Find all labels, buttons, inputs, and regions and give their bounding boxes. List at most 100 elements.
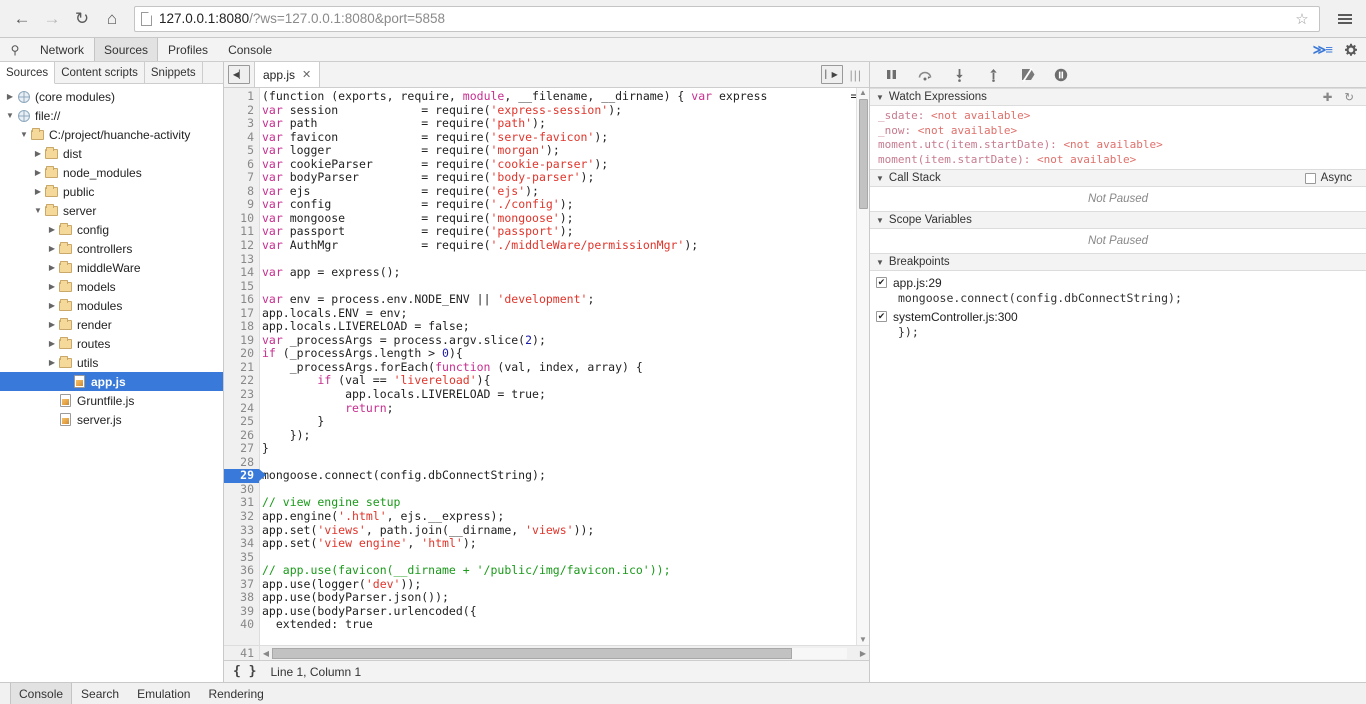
drawer-tab-rendering[interactable]: Rendering [199, 683, 272, 704]
code-viewer[interactable]: 1 2 3 4 5 6 7 8 9 10 11 12 13 14 15 16 17 18 19 20 21 22 23 24 2… [224, 88, 869, 645]
star-icon[interactable]: ☆ [1291, 8, 1313, 30]
hscrollbar-track[interactable] [272, 647, 847, 659]
line-number[interactable]: 12 [224, 238, 259, 253]
tree-item[interactable]: config [0, 220, 223, 239]
line-number[interactable]: 26 [224, 428, 259, 443]
call-stack-header[interactable]: ▼ Call Stack Async [870, 169, 1366, 187]
tree-item[interactable]: (core modules) [0, 87, 223, 106]
vertical-scrollbar[interactable]: ▲ ▼ [856, 88, 869, 645]
twisty-down-icon[interactable] [32, 206, 44, 215]
line-number[interactable]: 8 [224, 184, 259, 199]
line-number[interactable]: 10 [224, 211, 259, 226]
line-number[interactable]: 9 [224, 198, 259, 212]
line-number[interactable]: 15 [224, 279, 259, 294]
twisty-right-icon[interactable] [46, 225, 58, 234]
line-number[interactable]: 32 [224, 509, 259, 524]
horizontal-scrollbar[interactable]: 41 ◀ ▶ [224, 645, 869, 660]
line-number[interactable]: 37 [224, 577, 259, 592]
devtools-tab-network[interactable]: Network [30, 38, 94, 61]
drawer-tab-emulation[interactable]: Emulation [128, 683, 199, 704]
breakpoints-header[interactable]: ▼ Breakpoints [870, 253, 1366, 271]
pretty-print-icon[interactable]: { } [233, 664, 256, 679]
line-number[interactable]: 39 [224, 604, 259, 619]
line-number[interactable]: 13 [224, 252, 259, 267]
gear-icon[interactable] [1344, 43, 1358, 57]
tree-item[interactable]: Gruntfile.js [0, 391, 223, 410]
line-number[interactable]: 34 [224, 536, 259, 551]
line-number[interactable]: 20 [224, 347, 259, 361]
line-number[interactable]: 7 [224, 171, 259, 185]
line-number[interactable]: 38 [224, 591, 259, 605]
reload-button[interactable]: ↻ [68, 5, 96, 33]
scroll-right-arrow-icon[interactable]: ▶ [857, 649, 869, 658]
line-number[interactable]: 2 [224, 103, 259, 118]
twisty-right-icon[interactable] [32, 149, 44, 158]
drawer-tab-console[interactable]: Console [10, 683, 73, 704]
breakpoint-checkbox[interactable]: ✔ [876, 277, 887, 288]
line-number[interactable]: 36 [224, 564, 259, 578]
line-number[interactable]: 16 [224, 293, 259, 307]
watch-expression-row[interactable]: moment.utc(item.startDate): <not availab… [878, 138, 1366, 153]
line-number[interactable]: 4 [224, 130, 259, 145]
tree-item[interactable]: dist [0, 144, 223, 163]
tree-item[interactable]: utils [0, 353, 223, 372]
tree-item[interactable]: public [0, 182, 223, 201]
breakpoint-location-row[interactable]: ✔ systemController.js:300 [876, 308, 1366, 325]
line-number[interactable]: 24 [224, 401, 259, 416]
navigator-tab-snippets[interactable]: Snippets [145, 62, 203, 83]
navigator-tab-sources[interactable]: Sources [0, 62, 56, 84]
watch-expression-row[interactable]: moment(item.startDate): <not available> [878, 153, 1366, 168]
twisty-right-icon[interactable] [46, 320, 58, 329]
devtools-tab-sources[interactable]: Sources [94, 38, 159, 61]
watch-expression-row[interactable]: _sdate: <not available> [878, 109, 1366, 124]
tree-item[interactable]: server.js [0, 410, 223, 429]
breakpoint-location-row[interactable]: ✔ app.js:29 [876, 274, 1366, 291]
pause-resume-button[interactable] [882, 66, 900, 84]
breakpoint-checkbox[interactable]: ✔ [876, 311, 887, 322]
scroll-down-arrow-icon[interactable]: ▼ [859, 635, 867, 645]
tree-item[interactable]: app.js [0, 372, 223, 391]
line-number[interactable]: 17 [224, 306, 259, 321]
twisty-right-icon[interactable] [4, 92, 16, 101]
twisty-right-icon[interactable] [32, 168, 44, 177]
twisty-right-icon[interactable] [46, 263, 58, 272]
tree-item[interactable]: server [0, 201, 223, 220]
line-number[interactable]: 3 [224, 117, 259, 131]
line-number-gutter[interactable]: 1 2 3 4 5 6 7 8 9 10 11 12 13 14 15 16 17 18 19 20 21 22 23 24 2… [224, 88, 266, 645]
line-number[interactable]: 18 [224, 320, 259, 334]
twisty-down-icon[interactable] [18, 130, 30, 139]
line-number[interactable]: 14 [224, 266, 259, 280]
scroll-up-arrow-icon[interactable]: ▲ [859, 88, 867, 98]
line-number[interactable]: 27 [224, 442, 259, 456]
line-number[interactable]: 21 [224, 360, 259, 375]
scrollbar-thumb[interactable] [858, 99, 868, 209]
refresh-icon[interactable]: ↻ [1344, 90, 1354, 104]
tree-item[interactable]: routes [0, 334, 223, 353]
devtools-tab-profiles[interactable]: Profiles [158, 38, 218, 61]
line-number[interactable]: 31 [224, 496, 259, 510]
twisty-right-icon[interactable] [32, 187, 44, 196]
show-drawer-icon[interactable]: ≫≡ [1313, 42, 1333, 58]
tree-item[interactable]: middleWare [0, 258, 223, 277]
line-number[interactable]: 28 [224, 455, 259, 470]
tree-item[interactable]: controllers [0, 239, 223, 258]
async-checkbox[interactable] [1304, 172, 1316, 184]
twisty-right-icon[interactable] [46, 244, 58, 253]
line-number[interactable]: 22 [224, 374, 259, 388]
step-over-button[interactable] [916, 66, 934, 84]
tree-item[interactable]: file:// [0, 106, 223, 125]
tree-item[interactable]: modules [0, 296, 223, 315]
watch-expressions-header[interactable]: ▼ Watch Expressions ✚ ↻ [870, 88, 1366, 106]
line-number[interactable]: 40 [224, 618, 259, 632]
line-number[interactable]: 6 [224, 157, 259, 172]
twisty-right-icon[interactable] [46, 282, 58, 291]
twisty-right-icon[interactable] [46, 358, 58, 367]
line-number[interactable]: 5 [224, 144, 259, 158]
hamburger-menu-icon[interactable] [1332, 6, 1358, 32]
back-button[interactable]: ← [8, 5, 36, 33]
breakpoint-marker[interactable]: 29 [224, 469, 266, 483]
tree-item[interactable]: node_modules [0, 163, 223, 182]
plus-icon[interactable]: ✚ [1323, 90, 1333, 104]
devtools-tab-console[interactable]: Console [218, 38, 282, 61]
search-icon[interactable]: ⚲ [0, 38, 30, 61]
